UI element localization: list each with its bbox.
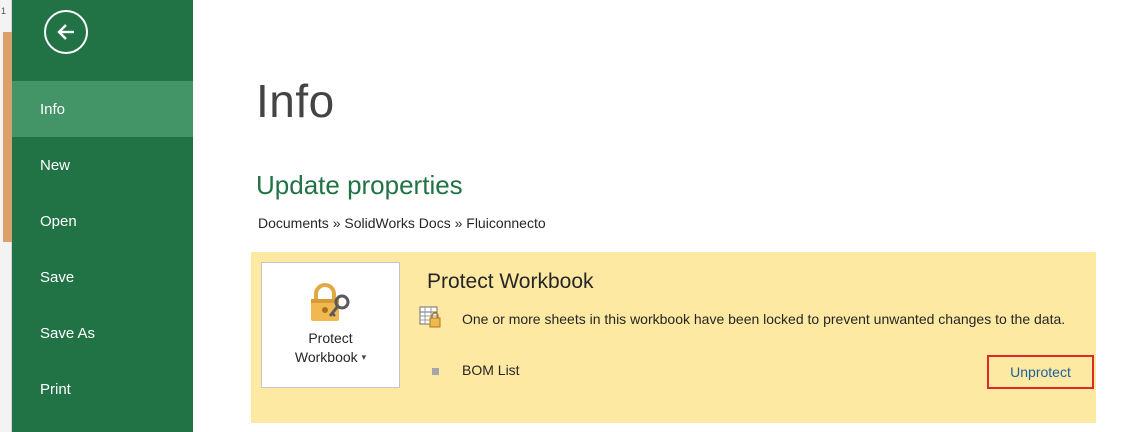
protected-sheet-name: BOM List [462, 362, 520, 378]
bullet-icon [432, 368, 439, 375]
nav-item-label: Print [40, 380, 71, 398]
protect-label-line2: Workbook [294, 349, 358, 365]
nav-item-label: Save [40, 268, 75, 286]
worksheet-edge: 1 [0, 0, 12, 432]
nav-item-label: Info [40, 100, 66, 118]
row-number: 1 [1, 6, 7, 16]
nav-item-print[interactable]: Print [12, 361, 193, 417]
nav-item-new[interactable]: New [12, 137, 193, 193]
nav-item-save[interactable]: Save [12, 249, 193, 305]
locked-sheet-icon [419, 306, 441, 328]
back-arrow-icon [57, 24, 74, 40]
back-button[interactable] [44, 10, 88, 54]
protect-workbook-panel: Protect Workbook ▾ Protect Workbook One … [251, 252, 1096, 423]
breadcrumb: Documents » SolidWorks Docs » Fluiconnec… [258, 215, 546, 231]
protect-workbook-label: Protect Workbook ▾ [295, 329, 366, 367]
backstage-nav: Info New Open Save Save As Print [12, 81, 193, 417]
nav-item-label: New [40, 156, 71, 174]
protect-label-line1: Protect [308, 330, 353, 346]
nav-item-label: Open [40, 212, 77, 230]
nav-item-label: Save As [40, 324, 96, 342]
backstage-sidebar: Info New Open Save Save As Print [12, 0, 193, 432]
protect-workbook-heading: Protect Workbook [427, 270, 594, 293]
protection-message: One or more sheets in this workbook have… [462, 311, 1066, 327]
protect-workbook-button[interactable]: Protect Workbook ▾ [261, 262, 400, 388]
dropdown-caret-icon: ▾ [361, 352, 367, 362]
nav-item-open[interactable]: Open [12, 193, 193, 249]
update-properties-link[interactable]: Update properties [256, 170, 463, 201]
worksheet-selection-edge [3, 32, 12, 242]
page-title: Info [256, 75, 335, 127]
nav-item-info[interactable]: Info [12, 81, 193, 137]
nav-item-save-as[interactable]: Save As [12, 305, 193, 361]
unprotect-link[interactable]: Unprotect [987, 355, 1094, 389]
lock-key-icon [310, 283, 349, 321]
